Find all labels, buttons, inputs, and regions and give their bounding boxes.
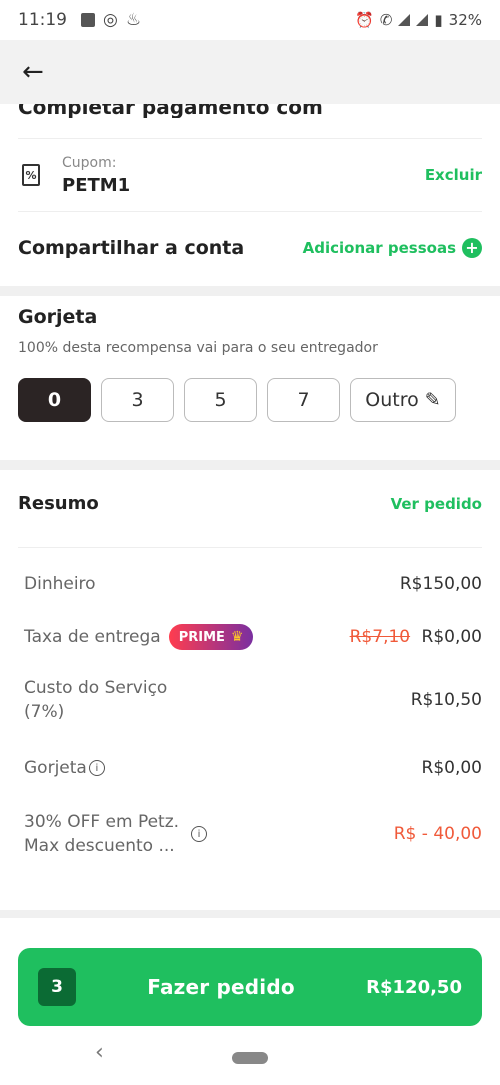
divider (0, 910, 500, 918)
tip-option-7[interactable]: 7 (267, 378, 340, 422)
coupon-caption: Cupom: (62, 154, 117, 171)
summary-label: Dinheiro (24, 574, 96, 594)
status-time: 11:19 (18, 10, 67, 30)
nav-back-icon[interactable]: ‹ (95, 1040, 104, 1065)
signal-icon (398, 14, 411, 26)
pencil-icon: ✎ (424, 389, 441, 411)
coupon-row: % Cupom: PETM1 Excluir (18, 138, 482, 212)
coupon-code: PETM1 (62, 174, 131, 196)
signal-icon-2 (416, 14, 429, 26)
tip-other-label: Outro (365, 389, 419, 411)
summary-title: Resumo (18, 493, 99, 514)
system-nav-bar: ‹ (0, 1040, 500, 1085)
notification-icon: ♨ (125, 10, 142, 30)
summary-value: R$ - 40,00 (393, 824, 482, 844)
summary-row-discount: 30% OFF em Petz. Max descuento ... i R$ … (24, 812, 482, 856)
summary-label: Gorjeta (24, 758, 87, 778)
summary-row-service: Custo do Serviço (7%) R$10,50 (24, 678, 482, 722)
tip-option-other[interactable]: Outro ✎ (350, 378, 456, 422)
add-people-label: Adicionar pessoas (302, 239, 456, 257)
summary-label: 30% OFF em Petz. (24, 812, 180, 832)
place-order-button[interactable]: 3 Fazer pedido R$120,50 (18, 948, 482, 1026)
order-total: R$120,50 (366, 976, 462, 998)
summary-label-detail: Max descuento ... (24, 836, 175, 856)
divider (0, 286, 500, 296)
info-icon[interactable]: i (88, 760, 105, 776)
tip-option-5[interactable]: 5 (184, 378, 257, 422)
top-app-bar: ← (0, 40, 500, 104)
status-bar: 11:19 ◎ ♨ ⏰ ✆ ▮ 32% (0, 0, 500, 40)
view-order-link[interactable]: Ver pedido (391, 495, 482, 513)
home-pill-icon[interactable] (232, 1052, 268, 1064)
whatsapp-icon: ◎ (103, 10, 118, 30)
gallery-icon (81, 13, 95, 27)
tip-options: 0 3 5 7 Outro ✎ (18, 378, 482, 422)
summary-value: R$0,00 (421, 627, 482, 647)
add-people-button[interactable]: Adicionar pessoas + (303, 238, 482, 258)
info-icon[interactable]: i (191, 826, 208, 842)
divider (0, 460, 500, 470)
battery-icon: ▮ (434, 11, 443, 29)
summary-value: R$10,50 (410, 690, 482, 710)
tip-option-3[interactable]: 3 (101, 378, 174, 422)
tip-subtitle: 100% desta recompensa vai para o seu ent… (18, 340, 378, 356)
summary-value: R$150,00 (399, 574, 482, 594)
remove-coupon-button[interactable]: Excluir (425, 166, 482, 184)
summary-row-delivery: Taxa de entrega PRIME ♛ R$7,10 R$0,00 (24, 624, 482, 650)
call-icon: ✆ (379, 11, 393, 29)
tip-section: Gorjeta 100% desta recompensa vai para o… (18, 306, 482, 422)
crown-icon: ♛ (230, 629, 244, 645)
alarm-icon: ⏰ (355, 11, 374, 29)
share-bill-row: Compartilhar a conta Adicionar pessoas + (18, 222, 482, 274)
summary-row-tip: Gorjeta i R$0,00 (24, 758, 482, 778)
plus-circle-icon: + (462, 238, 482, 258)
arrow-left-icon[interactable]: ← (22, 59, 44, 85)
coupon-icon: % (22, 164, 40, 186)
summary-label: Custo do Serviço (24, 678, 168, 698)
share-bill-title: Compartilhar a conta (18, 237, 245, 259)
summary-value: R$0,00 (421, 758, 482, 778)
tip-option-0[interactable]: 0 (18, 378, 91, 422)
summary-section: Resumo Ver pedido (18, 480, 482, 548)
tip-title: Gorjeta (18, 306, 98, 328)
battery-level: 32% (448, 11, 482, 29)
original-delivery-fee: R$7,10 (349, 627, 411, 647)
place-order-label: Fazer pedido (147, 975, 295, 999)
prime-badge: PRIME ♛ (168, 624, 254, 650)
item-count-badge: 3 (38, 968, 76, 1006)
summary-label: Taxa de entrega (24, 627, 161, 647)
summary-row-cash: Dinheiro R$150,00 (24, 574, 482, 594)
summary-label-percent: (7%) (24, 702, 65, 722)
